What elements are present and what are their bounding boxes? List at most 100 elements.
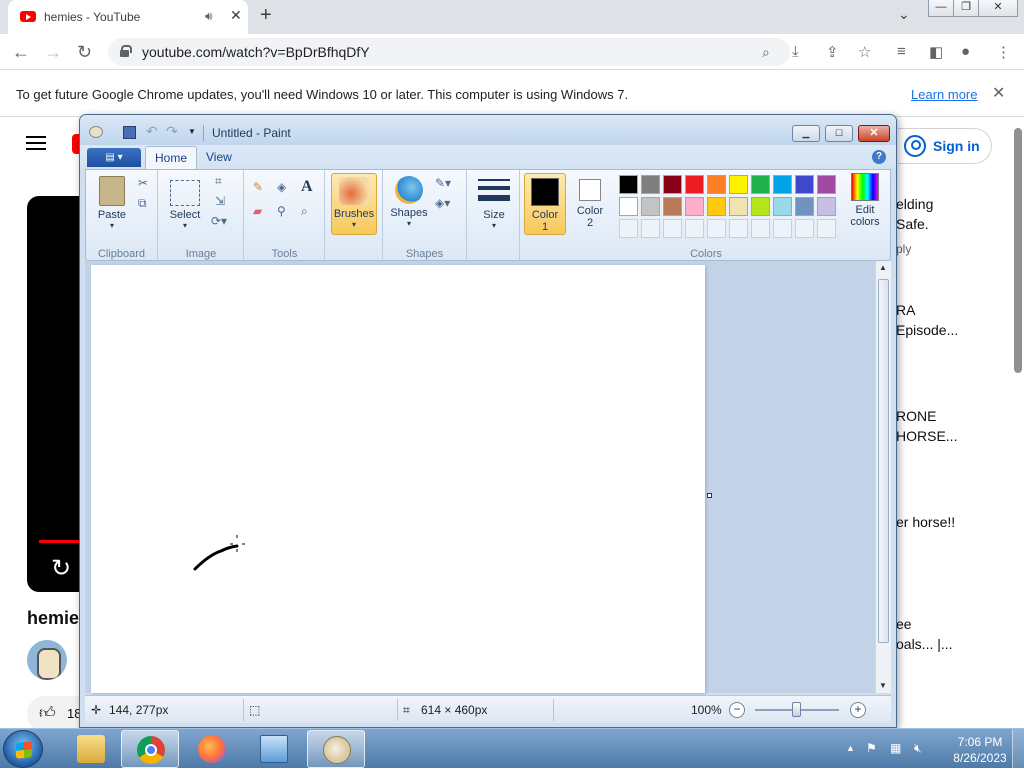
volume-muted-icon[interactable]: 🔇︎ [914, 741, 922, 756]
palette-swatch[interactable] [773, 197, 792, 216]
custom-color-slot[interactable] [641, 219, 660, 238]
palette-swatch[interactable] [685, 197, 704, 216]
rotate-icon[interactable]: ⟳▾ [211, 214, 227, 228]
page-scrollbar[interactable] [1012, 118, 1024, 728]
scrollbar-thumb[interactable] [1014, 128, 1022, 373]
recommendation-title[interactable]: Episode... [896, 322, 958, 338]
recommendation-title[interactable]: er horse!! [896, 514, 955, 530]
audio-playing-icon[interactable]: 🔊︎ [205, 9, 213, 24]
zoom-in-button[interactable]: + [850, 702, 866, 718]
palette-swatch[interactable] [707, 197, 726, 216]
taskbar-paint[interactable] [307, 730, 365, 768]
zoom-slider[interactable] [755, 702, 839, 717]
copy-icon[interactable]: ⧉ [138, 196, 147, 211]
resize-icon[interactable]: ⇲ [215, 194, 225, 208]
size-button[interactable]: Size ▾ [474, 178, 514, 230]
color2-button[interactable]: Color 2 [569, 173, 611, 235]
guide-menu-icon[interactable] [26, 136, 46, 150]
customize-toolbar-icon[interactable]: ▼ [188, 127, 196, 136]
channel-avatar[interactable] [27, 640, 67, 680]
replay-icon[interactable]: ↻ [51, 554, 71, 583]
network-icon[interactable]: ▦ [890, 741, 901, 755]
paint-app-icon[interactable] [89, 126, 103, 138]
paste-button[interactable]: Paste ▾ [92, 176, 132, 230]
paint-close-button[interactable]: ✕ [858, 125, 890, 142]
palette-swatch[interactable] [773, 175, 792, 194]
action-center-icon[interactable]: ⚑ [866, 741, 877, 755]
bookmark-star-icon[interactable]: ☆ [858, 43, 871, 61]
palette-swatch[interactable] [685, 175, 704, 194]
lock-icon[interactable] [120, 45, 132, 57]
palette-swatch[interactable] [707, 175, 726, 194]
palette-swatch[interactable] [795, 197, 814, 216]
more-options-icon[interactable]: ⋮ [996, 43, 1011, 61]
palette-swatch[interactable] [729, 175, 748, 194]
scrollbar-thumb[interactable] [878, 279, 889, 643]
zoom-out-button[interactable]: − [729, 702, 745, 718]
paint-menu-button[interactable]: ▤ ▾ [87, 148, 141, 167]
custom-color-slot[interactable] [817, 219, 836, 238]
palette-swatch[interactable] [751, 175, 770, 194]
palette-swatch[interactable] [663, 175, 682, 194]
tab-home[interactable]: Home [145, 146, 197, 170]
side-panel-icon[interactable]: ◧ [929, 43, 943, 61]
brushes-button[interactable]: Brushes ▾ [331, 173, 377, 235]
custom-color-slot[interactable] [685, 219, 704, 238]
custom-color-slot[interactable] [707, 219, 726, 238]
palette-swatch[interactable] [817, 197, 836, 216]
undo-icon[interactable]: ↶ [146, 123, 158, 140]
edit-colors-button[interactable]: Edit colors [845, 173, 885, 228]
custom-color-slot[interactable] [751, 219, 770, 238]
share-icon[interactable]: ⇪ [826, 43, 839, 61]
eraser-icon[interactable]: ▰ [253, 204, 262, 218]
recommendation-title[interactable]: HORSE... [896, 428, 957, 444]
palette-swatch[interactable] [619, 197, 638, 216]
fill-bucket-icon[interactable]: ◈ [277, 180, 286, 194]
forward-arrow-icon[interactable]: → [44, 42, 62, 63]
recommendation-title[interactable]: ee [896, 616, 912, 632]
learn-more-link[interactable]: Learn more [911, 87, 977, 102]
video-progress-bar[interactable] [39, 540, 83, 543]
restore-window-button[interactable]: ❐ [953, 0, 979, 17]
show-hidden-icons-icon[interactable]: ▲ [846, 743, 855, 753]
recommendation-title[interactable]: oals... |... [896, 636, 953, 652]
sign-in-button[interactable]: Sign in [898, 128, 992, 164]
zoom-slider-knob[interactable] [792, 702, 801, 717]
palette-swatch[interactable] [817, 175, 836, 194]
close-tab-icon[interactable]: ✕ [230, 7, 242, 24]
custom-color-slot[interactable] [619, 219, 638, 238]
magnifier-icon[interactable]: ⌕ [301, 204, 308, 219]
recommendation-title[interactable]: Safe. [896, 216, 929, 232]
shapes-button[interactable]: Shapes ▾ [389, 176, 429, 228]
profile-avatar-icon[interactable]: ● [961, 43, 970, 60]
fill-icon[interactable]: ◈▾ [435, 196, 450, 210]
color-picker-icon[interactable]: ⚲ [277, 204, 286, 218]
pencil-icon[interactable]: ✎ [253, 180, 263, 194]
paint-maximize-button[interactable]: ☐ [825, 125, 853, 142]
recommendation-title[interactable]: RONE [896, 408, 936, 424]
video-player[interactable]: ↻ [27, 196, 83, 592]
canvas-vertical-scrollbar[interactable]: ▲ ▼ [875, 261, 891, 693]
canvas-resize-handle[interactable] [707, 493, 712, 498]
palette-swatch[interactable] [729, 197, 748, 216]
custom-color-slot[interactable] [663, 219, 682, 238]
custom-color-slot[interactable] [795, 219, 814, 238]
redo-icon[interactable]: ↷ [166, 123, 178, 140]
palette-swatch[interactable] [641, 197, 660, 216]
custom-color-slot[interactable] [729, 219, 748, 238]
recommendation-title[interactable]: RA [896, 302, 915, 318]
search-icon[interactable]: ⌕ [762, 44, 770, 61]
back-arrow-icon[interactable]: ← [12, 42, 30, 63]
address-url[interactable]: youtube.com/watch?v=BpDrBfhqDfY [142, 44, 370, 60]
recommendation-title[interactable]: elding [896, 196, 933, 212]
minimize-window-button[interactable]: — [928, 0, 954, 17]
select-button[interactable]: Select ▾ [165, 176, 205, 230]
save-icon[interactable] [123, 126, 136, 139]
help-icon[interactable]: ? [872, 150, 886, 164]
taskbar-chrome[interactable] [121, 730, 179, 768]
close-window-button[interactable]: ✕ [978, 0, 1018, 17]
like-button[interactable]: 👍︎ 18 [27, 696, 83, 732]
outline-icon[interactable]: ✎▾ [435, 176, 451, 190]
scroll-up-arrow-icon[interactable]: ▲ [879, 263, 887, 272]
paint-title-bar[interactable]: ↶ ↷ ▼ Untitled - Paint ▁ ☐ ✕ [80, 115, 896, 145]
